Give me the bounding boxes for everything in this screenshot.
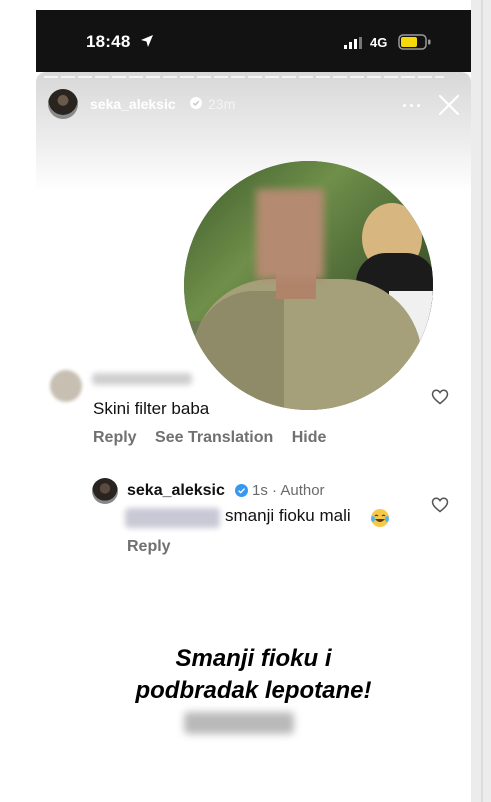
- caption-line-1: Smanji fioku i: [175, 645, 332, 672]
- reply-mention-blurred: [125, 508, 220, 528]
- caption-line-2: podbradak lepotane!: [135, 677, 372, 704]
- reply-like-heart-icon[interactable]: [431, 497, 449, 513]
- reply-reply-button[interactable]: Reply: [127, 538, 171, 556]
- cellular-signal-icon: [344, 37, 362, 49]
- close-icon[interactable]: [438, 94, 460, 116]
- commenter-avatar[interactable]: [50, 370, 82, 402]
- commenter-name-blurred: [92, 373, 192, 385]
- hide-button[interactable]: Hide: [292, 429, 327, 446]
- reply-verified-badge-icon: [235, 484, 248, 497]
- status-time: 18:48: [86, 32, 131, 51]
- page-divider: [481, 0, 483, 802]
- story-time-ago: 23m: [208, 96, 236, 112]
- verified-badge-icon: [190, 97, 202, 109]
- comment-reply-button[interactable]: Reply: [93, 429, 137, 446]
- reply-meta: 1s · Author: [252, 482, 325, 499]
- network-type: 4G: [370, 35, 388, 50]
- story-avatar[interactable]: [48, 89, 78, 119]
- location-arrow-icon: [141, 35, 153, 47]
- comment-actions: Reply See Translation Hide: [93, 429, 340, 447]
- status-bar: 18:48 4G: [36, 10, 471, 72]
- story-progress-bar: [44, 76, 444, 78]
- profile-photo: [184, 161, 433, 410]
- story-username[interactable]: seka_aleksic: [90, 96, 176, 112]
- reply-avatar[interactable]: [92, 478, 118, 504]
- blurred-face: [256, 189, 324, 279]
- more-options-icon[interactable]: ···: [402, 96, 423, 117]
- comment-like-heart-icon[interactable]: [431, 389, 449, 405]
- reply-username[interactable]: seka_aleksic: [127, 482, 225, 500]
- laughing-tears-emoji-icon: [371, 509, 389, 527]
- reply-text: smanji fioku mali: [225, 506, 351, 525]
- caption-source-blurred: [184, 712, 294, 734]
- story-caption: Smanji fioku i podbradak lepotane!: [36, 643, 471, 707]
- page-margin-left: [0, 0, 36, 802]
- see-translation-button[interactable]: See Translation: [155, 429, 273, 446]
- battery-icon: [398, 34, 431, 50]
- phone-screen: 18:48 4G seka_aleksic 23m ··· Skini filt…: [36, 10, 471, 802]
- comment-text: Skini filter baba: [93, 399, 210, 418]
